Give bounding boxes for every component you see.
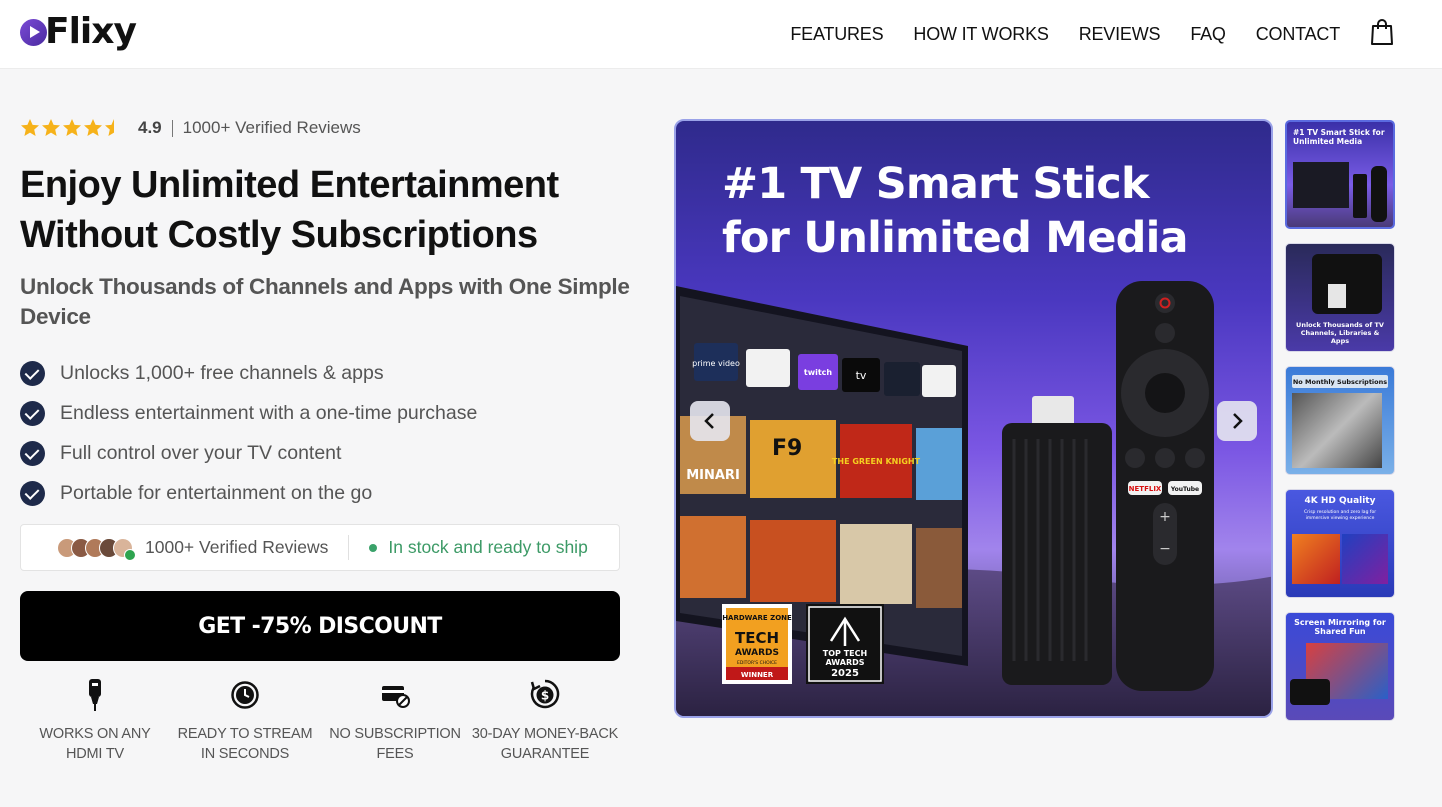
remote-button-label: YouTube bbox=[1170, 486, 1199, 493]
award-badge-top-tech: TOP TECH AWARDS 2025 bbox=[806, 604, 884, 684]
thumbnail-label: #1 TV Smart Stick for Unlimited Media bbox=[1293, 128, 1385, 146]
product-main-image[interactable]: prime video twitch tv MINARI F9 THE GREE… bbox=[674, 119, 1273, 718]
feature-item: Unlocks 1,000+ free channels & apps bbox=[20, 353, 477, 393]
chevron-right-icon bbox=[1233, 413, 1243, 429]
benefit-label: WORKS ON ANY HDMI TV bbox=[39, 726, 151, 762]
nav-features[interactable]: FEATURES bbox=[790, 22, 883, 46]
app-label: twitch bbox=[804, 368, 833, 377]
benefit-item: READY TO STREAM IN SECONDS bbox=[170, 678, 320, 764]
star-icon bbox=[84, 119, 102, 136]
thumbnail-4[interactable]: 4K HD Quality Crisp resolution and zero … bbox=[1285, 489, 1395, 598]
benefit-list: WORKS ON ANY HDMI TV READY TO STREAM IN … bbox=[20, 678, 620, 764]
feature-item: Endless entertainment with a one-time pu… bbox=[20, 393, 477, 433]
tile-title: F9 bbox=[772, 436, 802, 461]
thumbnail-5[interactable]: Screen Mirroring for Shared Fun bbox=[1285, 612, 1395, 721]
thumbnail-label: Unlock Thousands of TV Channels, Librari… bbox=[1296, 321, 1384, 345]
avatar bbox=[113, 537, 136, 561]
check-icon bbox=[20, 400, 45, 426]
feature-text: Full control over your TV content bbox=[60, 441, 342, 464]
benefit-label: READY TO STREAM IN SECONDS bbox=[177, 726, 313, 762]
svg-text:$: $ bbox=[541, 689, 549, 703]
tile-title: THE GREEN KNIGHT bbox=[832, 457, 921, 466]
feature-text: Portable for entertainment on the go bbox=[60, 481, 373, 504]
star-icon bbox=[63, 119, 81, 136]
tile-title: MINARI bbox=[686, 468, 740, 483]
svg-text:−: − bbox=[1159, 541, 1171, 557]
rating-summary: 4.9 1000+ Verified Reviews bbox=[20, 118, 361, 138]
check-icon bbox=[20, 360, 45, 386]
benefit-item: $ 30-DAY MONEY-BACK GUARANTEE bbox=[470, 678, 620, 764]
thumbnail-label: 4K HD Quality bbox=[1304, 496, 1376, 506]
thumbnail-label: Screen Mirroring for Shared Fun bbox=[1294, 618, 1386, 636]
brand-name: Flixy bbox=[45, 11, 137, 52]
award-text: AWARDS bbox=[735, 648, 779, 658]
money-back-icon: $ bbox=[530, 679, 560, 709]
divider bbox=[171, 119, 173, 137]
trust-reviews: 1000+ Verified Reviews bbox=[145, 537, 329, 557]
thumbnail-gallery: #1 TV Smart Stick for Unlimited Media Un… bbox=[1285, 120, 1395, 721]
half-star-icon bbox=[105, 119, 123, 136]
stock-status: In stock and ready to ship bbox=[388, 537, 588, 557]
award-text: TOP TECH bbox=[823, 649, 867, 658]
site-header: Flixy FEATURES HOW IT WORKS REVIEWS FAQ … bbox=[0, 0, 1442, 69]
svg-text:+: + bbox=[1159, 509, 1171, 525]
divider bbox=[348, 535, 350, 560]
page-subheadline: Unlock Thousands of Channels and Apps wi… bbox=[20, 274, 630, 329]
award-text: 2025 bbox=[831, 668, 859, 679]
benefit-item: NO SUBSCRIPTION FEES bbox=[320, 678, 470, 764]
remote-button-label: NETFLIX bbox=[1129, 485, 1162, 493]
thumbnail-1[interactable]: #1 TV Smart Stick for Unlimited Media bbox=[1285, 120, 1395, 229]
rating-value: 4.9 bbox=[138, 118, 162, 137]
thumbnail-2[interactable]: Unlock Thousands of TV Channels, Librari… bbox=[1285, 243, 1395, 352]
award-text: AWARDS bbox=[825, 658, 864, 667]
thumbnail-label: No Monthly Subscriptions bbox=[1292, 378, 1388, 386]
in-stock-dot-icon bbox=[369, 543, 378, 552]
feature-text: Unlocks 1,000+ free channels & apps bbox=[60, 361, 384, 384]
chevron-left-icon bbox=[704, 413, 714, 429]
feature-item: Portable for entertainment on the go bbox=[20, 473, 477, 513]
thumbnail-sublabel: Crisp resolution and zero lag for immers… bbox=[1303, 510, 1377, 521]
check-icon bbox=[20, 440, 45, 466]
reviews-count: 1000+ Verified Reviews bbox=[182, 118, 361, 137]
nav-how-it-works[interactable]: HOW IT WORKS bbox=[913, 22, 1048, 46]
nav-reviews[interactable]: REVIEWS bbox=[1079, 22, 1161, 46]
card-no-icon bbox=[382, 686, 410, 708]
award-text: WINNER bbox=[741, 671, 774, 679]
check-icon bbox=[20, 480, 45, 506]
image-headline: #1 TV Smart Stick for Unlimited Media bbox=[722, 157, 1189, 265]
page-headline: Enjoy Unlimited Entertainment Without Co… bbox=[20, 164, 559, 256]
award-text: EDITOR'S CHOICE bbox=[737, 660, 777, 666]
nav-contact[interactable]: CONTACT bbox=[1256, 22, 1340, 46]
feature-text: Endless entertainment with a one-time pu… bbox=[60, 401, 478, 424]
feature-item: Full control over your TV content bbox=[20, 433, 477, 473]
hdmi-icon bbox=[89, 679, 101, 711]
image-headline-line: for Unlimited Media bbox=[722, 213, 1189, 263]
award-text: TECH bbox=[735, 629, 779, 647]
award-badge-hardwarezone: HARDWARE ZONE TECH AWARDS EDITOR'S CHOIC… bbox=[722, 604, 792, 684]
award-text: HARDWARE ZONE bbox=[722, 614, 792, 622]
customer-avatars bbox=[57, 537, 136, 561]
play-logo-icon bbox=[20, 18, 47, 46]
benefit-label: 30-DAY MONEY-BACK GUARANTEE bbox=[471, 726, 619, 762]
brand-logo[interactable]: Flixy bbox=[20, 11, 137, 52]
star-icon bbox=[21, 119, 39, 136]
discount-cta-button[interactable]: GET -75% DISCOUNT bbox=[20, 591, 620, 661]
image-headline-line: #1 TV Smart Stick bbox=[722, 159, 1150, 209]
benefit-label: NO SUBSCRIPTION FEES bbox=[329, 726, 461, 762]
star-icon bbox=[42, 119, 60, 136]
feature-list: Unlocks 1,000+ free channels & apps Endl… bbox=[20, 353, 477, 513]
thumbnail-3[interactable]: No Monthly Subscriptions bbox=[1285, 366, 1395, 475]
previous-image-button[interactable] bbox=[690, 401, 730, 441]
trust-bar: 1000+ Verified Reviews In stock and read… bbox=[20, 524, 620, 571]
next-image-button[interactable] bbox=[1217, 401, 1257, 441]
nav-faq[interactable]: FAQ bbox=[1190, 22, 1226, 46]
app-label: prime video bbox=[692, 359, 740, 368]
clock-icon bbox=[231, 681, 259, 709]
main-nav: FEATURES HOW IT WORKS REVIEWS FAQ CONTAC… bbox=[790, 22, 1340, 46]
benefit-item: WORKS ON ANY HDMI TV bbox=[20, 678, 170, 764]
star-rating bbox=[20, 118, 124, 138]
shopping-bag-icon[interactable] bbox=[1370, 18, 1394, 46]
app-label: tv bbox=[856, 369, 867, 382]
